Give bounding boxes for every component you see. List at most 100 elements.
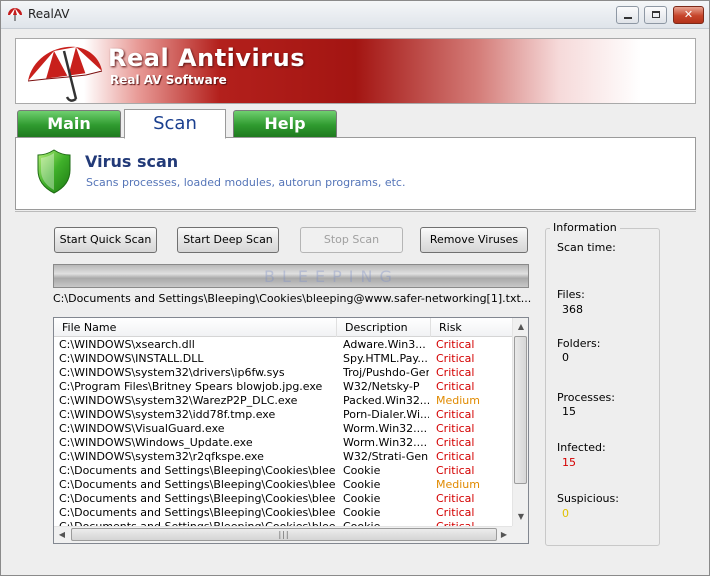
page-subtitle: Scans processes, loaded modules, autorun…: [86, 176, 406, 189]
divider: [15, 211, 696, 212]
risk-cell: Critical: [436, 380, 475, 393]
scan-progress-bar: BLEEPING: [53, 264, 529, 288]
scan-time-label: Scan time:: [557, 241, 616, 254]
column-header-risk[interactable]: Risk: [431, 318, 512, 337]
start-quick-scan-button[interactable]: Start Quick Scan: [54, 227, 157, 253]
risk-cell: Critical: [436, 422, 475, 435]
table-row[interactable]: C:\Documents and Settings\Bleeping\Cooki…: [54, 492, 512, 506]
maximize-button[interactable]: [644, 6, 667, 24]
table-row[interactable]: C:\WINDOWS\xsearch.dll Adware.Win3... Crit…: [54, 338, 512, 352]
column-header-description[interactable]: Description: [337, 318, 431, 337]
file-name-cell: C:\WINDOWS\system32\r2qfkspe.exe: [59, 450, 264, 463]
risk-cell: Medium: [436, 394, 480, 407]
table-row[interactable]: C:\WINDOWS\INSTALL.DLL Spy.HTML.Pay... Cri…: [54, 352, 512, 366]
app-window: RealAV ✕ Real Antivirus Real AV Software…: [0, 0, 710, 576]
shield-icon: [37, 149, 71, 194]
risk-cell: Critical: [436, 352, 475, 365]
table-row[interactable]: C:\Program Files\Britney Spears blowjob.…: [54, 380, 512, 394]
minimize-button[interactable]: [616, 6, 639, 24]
scroll-up-icon[interactable]: ▲: [513, 318, 528, 335]
maximize-icon: [652, 11, 660, 18]
risk-cell: Critical: [436, 506, 475, 519]
file-name-cell: C:\WINDOWS\VisualGuard.exe: [59, 422, 225, 435]
description-cell: Troj/Pushdo-Gen: [343, 366, 429, 379]
description-cell: Worm.Win32....: [343, 422, 428, 435]
file-name-cell: C:\WINDOWS\system32\idd78f.tmp.exe: [59, 408, 276, 421]
file-name-cell: C:\WINDOWS\INSTALL.DLL: [59, 352, 204, 365]
table-row[interactable]: C:\WINDOWS\system32\WarezP2P_DLC.exe Pack…: [54, 394, 512, 408]
description-cell: Cookie: [343, 464, 381, 477]
column-header-file-name[interactable]: File Name: [54, 318, 337, 337]
infected-files-list[interactable]: File Name Description Risk C:\WINDOWS\xs…: [53, 317, 529, 544]
current-scan-path: C:\Documents and Settings\Bleeping\Cooki…: [53, 292, 532, 305]
table-row[interactable]: C:\Documents and Settings\Bleeping\Cooki…: [54, 506, 512, 520]
scrollbar-corner: [512, 526, 528, 543]
description-cell: Spy.HTML.Pay...: [343, 352, 428, 365]
title-bar[interactable]: RealAV ✕: [1, 1, 709, 29]
tab-scan[interactable]: Scan: [124, 109, 226, 139]
page-title: Virus scan: [85, 152, 179, 171]
description-cell: Cookie: [343, 492, 381, 505]
risk-cell: Critical: [436, 436, 475, 449]
remove-viruses-button[interactable]: Remove Viruses: [420, 227, 528, 253]
files-value: 368: [562, 303, 583, 316]
risk-cell: Critical: [436, 450, 475, 463]
scroll-right-icon[interactable]: ▶: [496, 527, 512, 543]
description-cell: W32/Strati-Gen: [343, 450, 429, 463]
table-row[interactable]: C:\Documents and Settings\Bleeping\Cooki…: [54, 464, 512, 478]
file-name-cell: C:\Documents and Settings\Bleeping\Cooki…: [59, 478, 336, 491]
watermark-text: BLEEPING: [264, 267, 399, 286]
risk-cell: Critical: [436, 492, 475, 505]
table-row[interactable]: C:\WINDOWS\VisualGuard.exe Worm.Win32....…: [54, 422, 512, 436]
description-cell: Cookie: [343, 506, 381, 519]
description-cell: W32/Netsky-P: [343, 380, 420, 393]
description-cell: Packed.Win32...: [343, 394, 429, 407]
banner: Real Antivirus Real AV Software: [15, 38, 696, 104]
tab-main[interactable]: Main: [17, 110, 121, 137]
umbrella-logo: [27, 46, 103, 102]
file-name-cell: C:\Documents and Settings\Bleeping\Cooki…: [59, 464, 336, 477]
infected-value: 15: [562, 456, 576, 469]
start-deep-scan-button[interactable]: Start Deep Scan: [177, 227, 279, 253]
file-name-cell: C:\WINDOWS\system32\WarezP2P_DLC.exe: [59, 394, 298, 407]
file-name-cell: C:\Documents and Settings\Bleeping\Cooki…: [59, 506, 336, 519]
horizontal-scroll-thumb[interactable]: |||: [71, 528, 497, 541]
processes-value: 15: [562, 405, 576, 418]
folders-value: 0: [562, 351, 569, 364]
banner-subtitle: Real AV Software: [110, 73, 227, 87]
table-row[interactable]: C:\WINDOWS\system32\idd78f.tmp.exe Porn-D…: [54, 408, 512, 422]
tab-help[interactable]: Help: [233, 110, 337, 137]
suspicious-value: 0: [562, 507, 569, 520]
description-cell: Adware.Win3...: [343, 338, 426, 351]
stop-scan-button[interactable]: Stop Scan: [300, 227, 403, 253]
risk-cell: Critical: [436, 366, 475, 379]
scroll-left-icon[interactable]: ◀: [54, 527, 70, 543]
files-label: Files:: [557, 288, 585, 301]
banner-title: Real Antivirus: [108, 44, 305, 72]
risk-cell: Critical: [436, 408, 475, 421]
table-row[interactable]: C:\WINDOWS\system32\r2qfkspe.exe W32/Stra…: [54, 450, 512, 464]
table-row[interactable]: C:\Documents and Settings\Bleeping\Cooki…: [54, 478, 512, 492]
scan-header-panel: Virus scan Scans processes, loaded modul…: [15, 137, 696, 210]
horizontal-scrollbar[interactable]: ◀ ||| ▶: [54, 526, 512, 543]
risk-cell: Critical: [436, 338, 475, 351]
description-cell: Cookie: [343, 478, 381, 491]
umbrella-icon: [8, 8, 22, 21]
table-row[interactable]: C:\WINDOWS\system32\drivers\ip6fw.sys Tro…: [54, 366, 512, 380]
table-row[interactable]: C:\WINDOWS\Windows_Update.exe Worm.Win32.…: [54, 436, 512, 450]
risk-cell: Critical: [436, 464, 475, 477]
file-name-cell: C:\Program Files\Britney Spears blowjob.…: [59, 380, 323, 393]
list-body: C:\WINDOWS\xsearch.dll Adware.Win3... Crit…: [54, 337, 512, 526]
file-name-cell: C:\WINDOWS\xsearch.dll: [59, 338, 195, 351]
close-button[interactable]: ✕: [673, 6, 704, 24]
information-legend: Information: [550, 221, 620, 234]
infected-label: Infected:: [557, 441, 606, 454]
minimize-icon: [624, 17, 632, 19]
vertical-scrollbar[interactable]: ▲ ▼: [512, 318, 528, 526]
processes-label: Processes:: [557, 391, 615, 404]
window-title: RealAV: [28, 7, 70, 21]
file-name-cell: C:\WINDOWS\system32\drivers\ip6fw.sys: [59, 366, 285, 379]
suspicious-label: Suspicious:: [557, 492, 619, 505]
vertical-scroll-thumb[interactable]: [514, 336, 527, 484]
scroll-down-icon[interactable]: ▼: [513, 508, 528, 525]
